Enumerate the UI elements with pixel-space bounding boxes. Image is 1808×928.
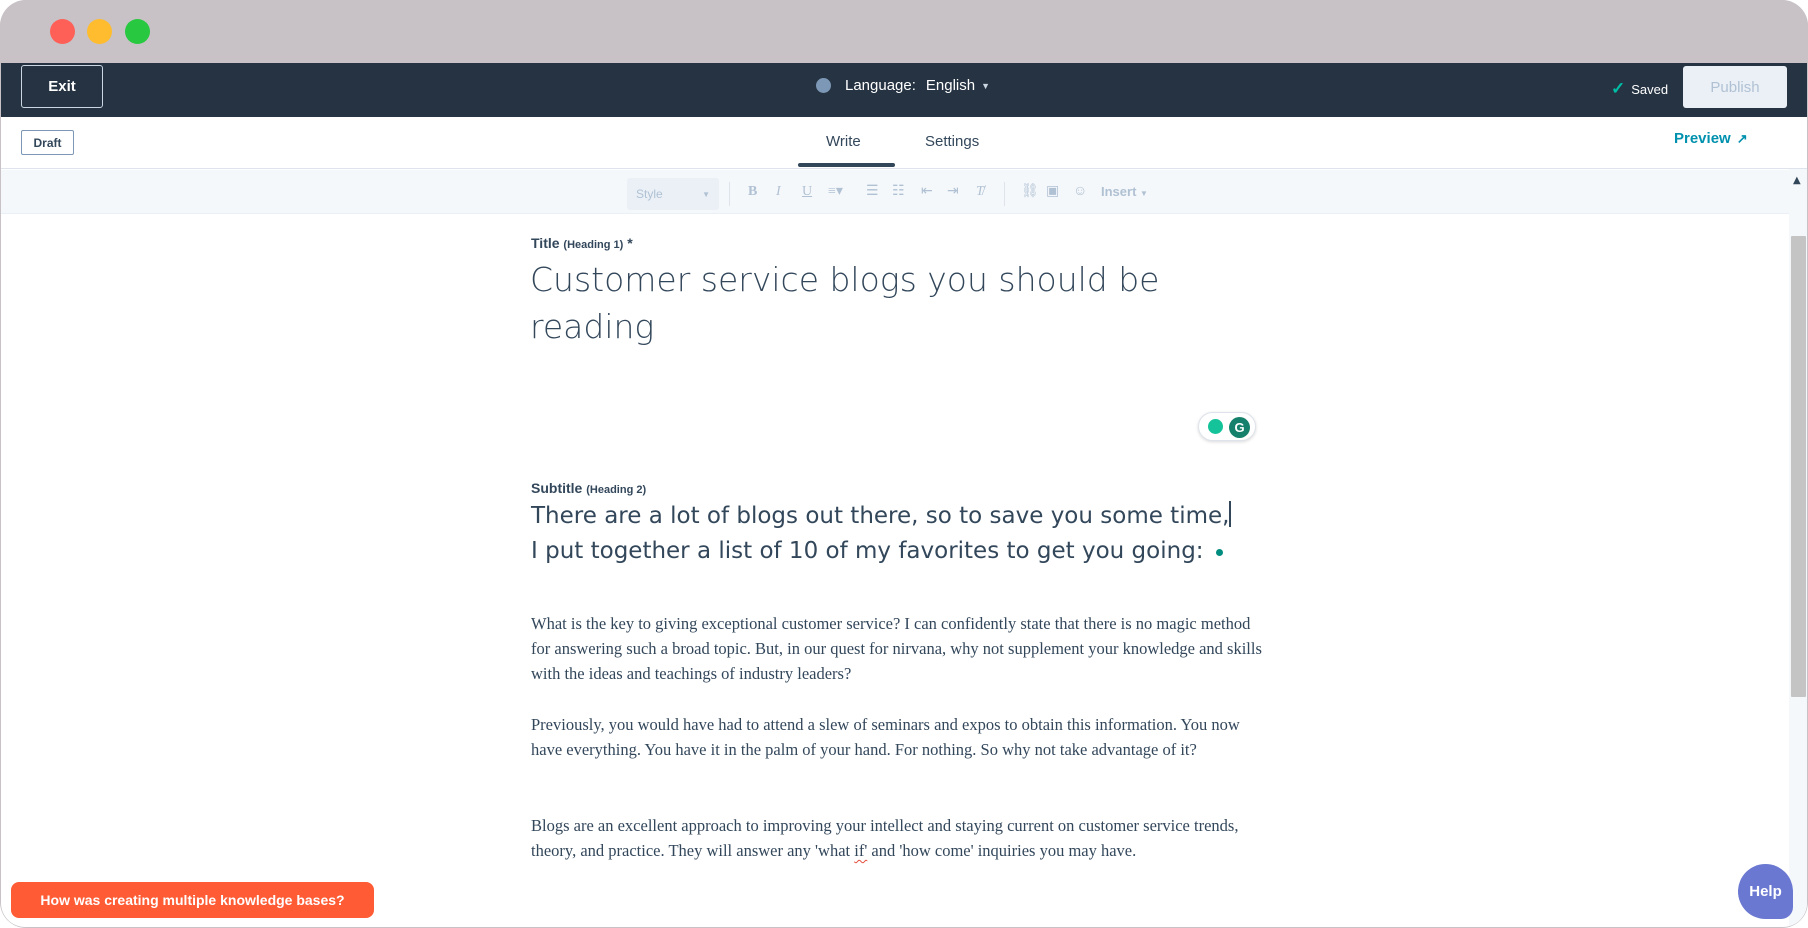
spelling-flag[interactable]: if' <box>854 841 867 860</box>
minimize-window-button[interactable] <box>87 19 112 44</box>
check-icon: ✓ <box>1611 79 1626 98</box>
active-tab-indicator <box>798 163 895 167</box>
preview-link[interactable]: Preview ↗ <box>1674 130 1748 147</box>
writing-assistant-widget[interactable]: G <box>1198 412 1256 441</box>
scroll-up-arrow-icon[interactable]: ▲ <box>1793 175 1801 186</box>
help-button[interactable]: Help <box>1738 864 1793 919</box>
feedback-survey-button[interactable]: How was creating multiple knowledge base… <box>11 882 374 918</box>
tab-write[interactable]: Write <box>826 133 861 150</box>
emoji-icon[interactable]: ☺ <box>1073 184 1087 200</box>
app-window: Exit Language: English ▼ ✓ Saved Publish… <box>0 0 1808 928</box>
indent-decrease-icon[interactable]: ⇤ <box>921 184 933 200</box>
link-icon[interactable]: ⛓ <box>1021 184 1039 200</box>
style-dropdown-label: Style <box>636 187 663 201</box>
window-titlebar <box>0 0 1808 63</box>
body-paragraph[interactable]: Previously, you would have had to attend… <box>531 712 1271 762</box>
title-hint: (Heading 1) <box>563 239 624 251</box>
bulleted-list-icon[interactable]: ☰ <box>866 184 879 200</box>
title-label-text: Title <box>531 235 560 251</box>
tab-settings[interactable]: Settings <box>925 133 979 150</box>
clear-format-icon[interactable]: T̸ <box>976 184 984 200</box>
toolbar-divider <box>729 182 730 206</box>
numbered-list-icon[interactable]: ☷ <box>892 184 905 200</box>
external-link-icon: ↗ <box>1736 130 1748 146</box>
saved-label: Saved <box>1631 81 1669 97</box>
scrollbar-thumb[interactable] <box>1791 236 1806 697</box>
chevron-down-icon: ▼ <box>702 189 710 199</box>
body-paragraph[interactable]: What is the key to giving exceptional cu… <box>531 611 1271 686</box>
blog-editor: Exit Language: English ▼ ✓ Saved Publish… <box>1 63 1807 927</box>
save-status: ✓ Saved <box>1611 79 1668 99</box>
text-cursor <box>1229 501 1232 527</box>
toolbar-divider <box>1004 182 1005 206</box>
editor-top-bar: Exit Language: English ▼ ✓ Saved Publish <box>1 63 1807 117</box>
subtitle-input[interactable]: There are a lot of blogs out there, so t… <box>531 499 1261 569</box>
subtitle-line-2: I put together a list of 10 of my favori… <box>531 538 1204 564</box>
chevron-down-icon: ▼ <box>1140 189 1148 198</box>
title-input[interactable]: Customer service blogs you should be rea… <box>530 256 1190 350</box>
title-field-label: Title (Heading 1) * <box>531 235 633 251</box>
italic-icon[interactable]: I <box>776 184 781 200</box>
status-dot <box>1215 549 1223 556</box>
language-value: English <box>925 77 976 94</box>
chevron-down-icon: ▼ <box>981 80 991 91</box>
subtitle-hint: (Heading 2) <box>586 484 647 496</box>
align-icon[interactable]: ≡▾ <box>828 184 843 200</box>
body-paragraph[interactable]: Blogs are an excellent approach to impro… <box>531 813 1271 863</box>
lightbulb-icon[interactable] <box>1208 419 1223 434</box>
grammarly-icon[interactable]: G <box>1229 417 1250 438</box>
status-badge: Draft <box>21 130 74 155</box>
globe-icon <box>816 78 831 93</box>
indent-increase-icon[interactable]: ⇥ <box>947 184 959 200</box>
bold-icon[interactable]: B <box>748 184 757 200</box>
publish-button[interactable]: Publish <box>1683 66 1787 108</box>
maximize-window-button[interactable] <box>125 19 150 44</box>
underline-icon[interactable]: U <box>802 184 812 200</box>
editor-sub-header <box>1 117 1807 169</box>
insert-label: Insert <box>1101 184 1137 199</box>
image-icon[interactable]: ▣ <box>1046 184 1059 200</box>
formatting-toolbar: Style ▼ B I U ≡▾ ☰ ☷ ⇤ ⇥ T̸ ⛓ ▣ ☺ Insert… <box>1 170 1789 214</box>
paragraph-text: and 'how come' inquiries you may have. <box>867 841 1137 860</box>
subtitle-label-text: Subtitle <box>531 480 583 496</box>
required-marker: * <box>627 235 633 251</box>
language-selector[interactable]: Language: English ▼ <box>816 77 990 94</box>
style-dropdown[interactable]: Style ▼ <box>627 178 719 210</box>
close-window-button[interactable] <box>50 19 75 44</box>
language-label: Language: <box>845 77 916 94</box>
insert-menu[interactable]: Insert ▼ <box>1101 184 1148 199</box>
exit-button[interactable]: Exit <box>21 65 103 108</box>
subtitle-line-1: There are a lot of blogs out there, so t… <box>531 503 1230 529</box>
subtitle-field-label: Subtitle (Heading 2) <box>531 480 646 496</box>
preview-label: Preview <box>1674 130 1731 147</box>
